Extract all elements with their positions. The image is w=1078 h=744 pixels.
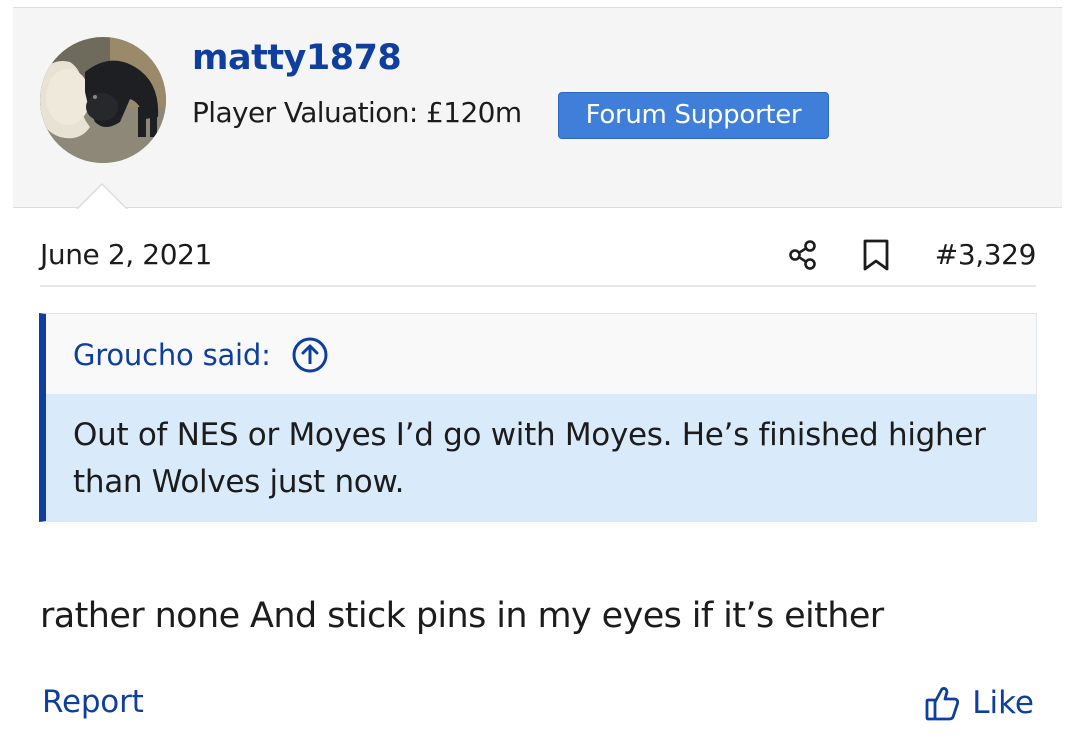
quote-body: Out of NES or Moyes I’d go with Moyes. H… [46,394,1036,521]
quote-text: Out of NES or Moyes I’d go with Moyes. H… [73,417,986,500]
user-header [13,7,1062,208]
like-label[interactable]: Like [972,685,1034,721]
quote-block: Groucho said: Out of NES or Moyes I’d go… [39,313,1037,522]
quote-author[interactable]: Groucho said: [73,338,271,372]
avatar[interactable] [40,37,166,163]
quote-header: Groucho said: [46,314,1036,394]
quote-author-link[interactable]: Groucho said: [73,336,329,374]
post-body: rather none And stick pins in my eyes if… [40,596,884,636]
forum-supporter-badge: Forum Supporter [558,92,829,139]
share-icon[interactable] [786,238,820,272]
thumbs-up-icon[interactable] [924,684,960,722]
username[interactable]: matty1878 [192,38,402,78]
arrow-up-circle-icon[interactable] [291,336,329,374]
player-valuation: Player Valuation: £120m [192,96,522,129]
report-link[interactable]: Report [42,684,144,720]
like-button[interactable]: Like [924,684,1034,722]
post-number[interactable]: #3,329 [935,238,1037,271]
divider [40,285,1036,287]
post-date[interactable]: June 2, 2021 [40,238,212,271]
bookmark-icon[interactable] [860,238,892,272]
